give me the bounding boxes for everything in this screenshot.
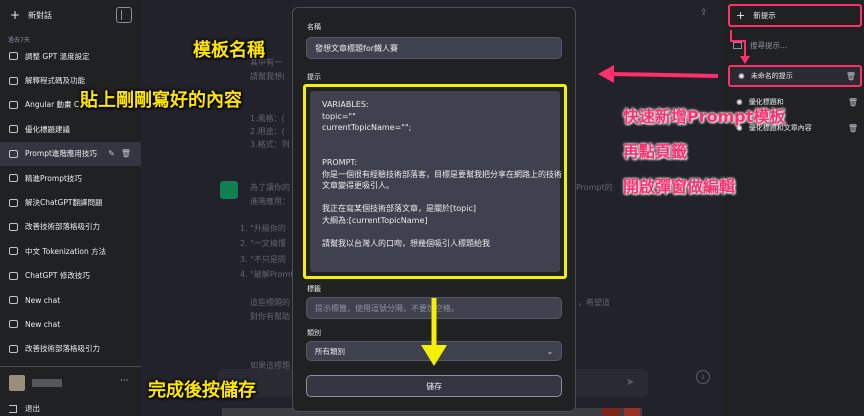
search-box-icon: [733, 41, 742, 49]
chat-history-label: 改善技術部落格吸引力: [25, 222, 100, 232]
annotation-paste-content: 貼上剛剛寫好的內容: [80, 90, 242, 111]
chat-history-item[interactable]: New chat: [0, 312, 141, 336]
chat-bubble-icon: [9, 149, 18, 158]
chat-history-label: Prompt進階應用技巧: [25, 149, 97, 159]
chat-history-item[interactable]: 改善技術部落格吸引力: [0, 337, 141, 361]
plus-icon: +: [9, 8, 21, 22]
prompt-item-label: 未命名的提示: [750, 72, 793, 80]
chat-history-label: 解釋程式碼及功能: [25, 76, 85, 86]
chat-history-label: 調整 GPT 溫度設定: [25, 51, 90, 61]
tags-label: 標籤: [307, 285, 321, 293]
chat-bubble-icon: [9, 271, 18, 280]
plus-icon: +: [736, 9, 746, 22]
sidebar-section-title: 過去7天: [8, 37, 30, 44]
prompt-name-field[interactable]: 發想文章標題for鐵人賽: [306, 37, 562, 59]
category-selected-value: 所有類別: [315, 346, 345, 356]
chat-history-label: New chat: [25, 319, 61, 329]
chat-bubble-icon: [9, 52, 18, 61]
chat-history-item[interactable]: 調整 GPT 溫度設定: [0, 44, 141, 68]
new-prompt-button[interactable]: + 新提示: [728, 4, 862, 27]
chat-history-label: 解決ChatGPT翻譯問題: [25, 198, 103, 208]
edit-prompt-modal: 名稱 發想文章標題for鐵人賽 提示 VARIABLES: topic="" c…: [292, 7, 576, 412]
chat-bubble-icon: [9, 174, 18, 183]
prompt-search-placeholder: 搜尋提示...: [750, 40, 788, 50]
tags-field[interactable]: 提示標籤，使用逗號分隔，不要加空格。: [306, 297, 562, 319]
chat-bubble-icon: [9, 198, 18, 207]
logout-icon: [9, 404, 17, 413]
chat-history-item[interactable]: 優化標題建議: [0, 117, 141, 141]
chat-bubble-icon: [9, 100, 18, 109]
prompt-content-text: VARIABLES: topic="" currentTopicName="";…: [322, 100, 562, 249]
logout-button[interactable]: 退出: [9, 403, 40, 414]
chat-history-item[interactable]: 解決ChatGPT翻譯問題: [0, 190, 141, 214]
chat-history-label: New chat: [25, 295, 61, 305]
left-sidebar: + 新對話 過去7天 調整 GPT 溫度設定 解釋程式碼及功能 Angular …: [0, 0, 141, 416]
save-button[interactable]: 儲存: [306, 375, 562, 397]
chat-bubble-icon: [9, 320, 18, 329]
prompt-search-input[interactable]: 搜尋提示...: [733, 34, 857, 56]
annotation-template-name: 模板名稱: [193, 40, 265, 61]
chat-bubble-icon: [9, 125, 18, 134]
chat-bubble-icon: [9, 247, 18, 256]
chat-history-item[interactable]: 改善技術部落格吸引力: [0, 215, 141, 239]
sidebar-account-area: ··· 退出: [0, 366, 141, 416]
prompt-item-untitled[interactable]: ✺ 未命名的提示 🗑: [728, 65, 862, 87]
chat-bubble-icon: [9, 76, 18, 85]
lightbulb-icon: ✺: [738, 71, 745, 81]
annotation-open-modal: 開啟彈窗做編輯: [623, 177, 736, 196]
username-redacted: [32, 379, 62, 387]
sidebar-top: + 新對話: [0, 0, 141, 30]
chat-history-label: 精進Prompt技巧: [25, 173, 82, 183]
chat-history-label: Angular 動畫 C: [25, 100, 80, 110]
prompt-panel: [722, 0, 864, 416]
avatar[interactable]: [9, 375, 25, 391]
name-label: 名稱: [307, 23, 321, 31]
chat-history-item[interactable]: 精進Prompt技巧: [0, 166, 141, 190]
category-select[interactable]: 所有類別 ⌄: [306, 341, 562, 361]
chat-history-label: ChatGPT 修改技巧: [25, 271, 90, 281]
chat-history-item[interactable]: 中文 Tokenization 方法: [0, 239, 141, 263]
more-options-icon[interactable]: ···: [120, 376, 129, 386]
trash-icon[interactable]: 🗑: [848, 98, 858, 107]
chat-history-label: 改善技術部落格吸引力: [25, 344, 100, 354]
chat-history-item[interactable]: ChatGPT 修改技巧: [0, 264, 141, 288]
chevron-down-icon: ⌄: [546, 346, 553, 356]
prompt-content-textarea[interactable]: VARIABLES: topic="" currentTopicName="";…: [303, 84, 567, 279]
chat-bubble-icon: [9, 222, 18, 231]
edit-icon[interactable]: ✎: [108, 149, 115, 158]
category-label: 類別: [307, 329, 321, 337]
new-chat-button[interactable]: + 新對話: [4, 5, 110, 25]
sidebar-toggle-icon[interactable]: [116, 7, 132, 23]
logout-label: 退出: [25, 404, 40, 413]
chat-bubble-icon: [9, 344, 18, 353]
annotation-quick-add: 快速新增Prompt模板: [623, 107, 786, 126]
chat-history-item-active[interactable]: Prompt進階應用技巧 ✎ 🗑: [0, 141, 141, 166]
new-prompt-label: 新提示: [753, 11, 776, 20]
annotation-click-again: 再點頁籤: [623, 142, 688, 161]
chat-history-item[interactable]: New chat: [0, 288, 141, 312]
chat-bubble-icon: [9, 296, 18, 305]
chat-history-label: 中文 Tokenization 方法: [25, 246, 107, 256]
annotation-save-after: 完成後按儲存: [148, 380, 256, 401]
prompt-label: 提示: [307, 73, 321, 81]
trash-icon[interactable]: 🗑: [848, 124, 858, 133]
trash-icon[interactable]: 🗑: [121, 149, 131, 158]
new-chat-label: 新對話: [28, 10, 52, 20]
trash-icon[interactable]: 🗑: [846, 72, 856, 81]
chat-history-label: 優化標題建議: [25, 124, 70, 134]
